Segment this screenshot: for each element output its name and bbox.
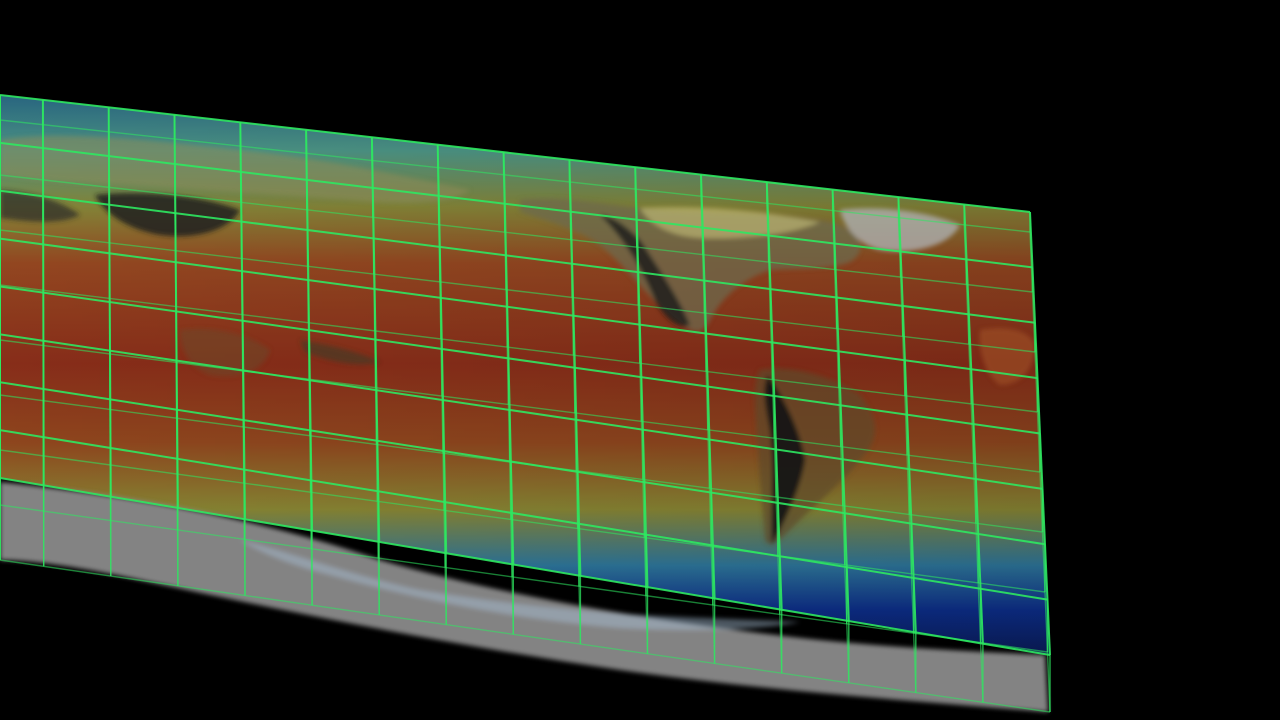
earth-volume-render [0, 94, 1051, 713]
3d-viewport[interactable] [0, 0, 1280, 720]
